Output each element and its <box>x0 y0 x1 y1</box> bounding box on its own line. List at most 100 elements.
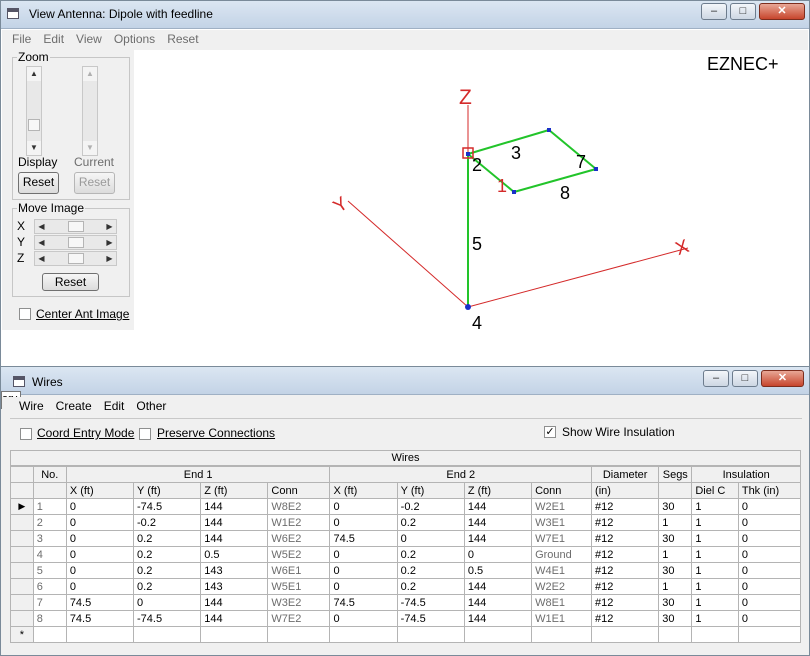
empty-cell[interactable] <box>329 626 398 643</box>
table-cell[interactable]: #12 <box>591 610 660 627</box>
menu-create[interactable]: Create <box>50 397 98 415</box>
empty-cell[interactable] <box>737 626 802 643</box>
table-row[interactable]: 4 0 0.2 0.5 W5E2 0 0.2 0 Ground #12 1 1 0 <box>10 546 802 563</box>
table-cell[interactable]: 0 <box>65 514 135 531</box>
table-cell[interactable]: 30 <box>658 530 693 547</box>
current-row-arrow-icon[interactable]: ▶ <box>10 498 34 515</box>
move-z-thumb[interactable] <box>68 253 84 264</box>
row-selector[interactable] <box>10 562 34 579</box>
menu-edit[interactable]: Edit <box>37 30 70 48</box>
table-cell[interactable]: 3 <box>32 530 67 547</box>
empty-cell[interactable] <box>65 626 135 643</box>
table-row[interactable]: 7 74.5 0 144 W3E2 74.5 -74.5 144 W8E1 #12 30 1 0 <box>10 594 802 611</box>
scroll-right-arrow-icon[interactable]: ▶ <box>103 252 116 265</box>
table-cell[interactable]: W2E1 <box>531 498 593 515</box>
table-cell[interactable]: 0.2 <box>133 546 202 563</box>
table-cell[interactable]: -0.2 <box>133 514 202 531</box>
table-cell[interactable]: 8 <box>32 610 67 627</box>
move-x-thumb[interactable] <box>68 221 84 232</box>
display-zoom-scrollbar[interactable]: ▲ ▼ <box>26 66 42 156</box>
table-row[interactable]: 8 74.5 -74.5 144 W7E2 0 -74.5 144 W1E1 #12 30 1 0 <box>10 610 802 627</box>
close-button[interactable]: ✕ <box>759 3 805 20</box>
center-ant-image-checkbox[interactable] <box>19 308 31 320</box>
row-selector[interactable] <box>10 530 34 547</box>
table-cell[interactable]: 144 <box>200 498 269 515</box>
table-cell[interactable]: 0 <box>329 578 398 595</box>
table-cell[interactable]: 0 <box>737 546 802 563</box>
table-cell[interactable]: #12 <box>591 546 660 563</box>
table-cell[interactable]: 0.5 <box>463 562 533 579</box>
table-cell[interactable]: 0 <box>329 610 398 627</box>
table-cell[interactable]: 0 <box>65 578 135 595</box>
table-cell[interactable]: 0.2 <box>133 562 202 579</box>
empty-cell[interactable] <box>463 626 533 643</box>
table-cell[interactable]: -74.5 <box>396 610 465 627</box>
table-cell[interactable]: W5E2 <box>267 546 331 563</box>
table-cell[interactable]: 144 <box>200 514 269 531</box>
table-cell[interactable]: 0 <box>463 546 533 563</box>
table-cell[interactable]: 0.5 <box>200 546 269 563</box>
scroll-right-arrow-icon[interactable]: ▶ <box>103 236 116 249</box>
table-cell[interactable]: #12 <box>591 562 660 579</box>
table-cell[interactable]: 1 <box>691 498 739 515</box>
table-cell[interactable]: W3E1 <box>531 514 593 531</box>
table-cell[interactable]: 0 <box>737 610 802 627</box>
table-cell[interactable]: 144 <box>463 594 533 611</box>
table-cell[interactable]: #12 <box>591 514 660 531</box>
table-row[interactable]: ▶ 1 0 -74.5 144 W8E2 0 -0.2 144 W2E1 #12 30 1 0 <box>10 498 802 515</box>
table-cell[interactable]: 0 <box>65 530 135 547</box>
table-cell[interactable]: -74.5 <box>133 610 202 627</box>
move-x-scrollbar[interactable]: ◀ ▶ <box>34 219 117 234</box>
table-cell[interactable]: -0.2 <box>396 498 465 515</box>
table-cell[interactable]: 1 <box>658 546 693 563</box>
table-cell[interactable]: 30 <box>658 562 693 579</box>
coord-entry-label[interactable]: Coord Entry Mode <box>37 426 134 440</box>
table-cell[interactable]: W5E1 <box>267 578 331 595</box>
table-cell[interactable]: 1 <box>658 514 693 531</box>
empty-cell[interactable] <box>200 626 269 643</box>
table-cell[interactable]: 0 <box>65 546 135 563</box>
table-cell[interactable]: 0 <box>396 530 465 547</box>
table-cell[interactable]: 0 <box>65 562 135 579</box>
table-row[interactable]: 3 0 0.2 144 W6E2 74.5 0 144 W7E1 #12 30 1 0 <box>10 530 802 547</box>
table-cell[interactable]: #12 <box>591 498 660 515</box>
scroll-left-arrow-icon[interactable]: ◀ <box>35 236 48 249</box>
menu-view[interactable]: View <box>70 30 108 48</box>
table-cell[interactable]: W6E1 <box>267 562 331 579</box>
table-cell[interactable]: #12 <box>591 578 660 595</box>
table-cell[interactable]: 143 <box>200 562 269 579</box>
empty-cell[interactable] <box>691 626 739 643</box>
center-ant-image-label[interactable]: Center Ant Image <box>36 307 129 321</box>
table-cell[interactable]: 74.5 <box>329 530 398 547</box>
row-selector[interactable] <box>10 546 34 563</box>
scroll-down-arrow-icon[interactable]: ▼ <box>27 141 41 155</box>
menu-file[interactable]: File <box>2 30 37 48</box>
table-cell[interactable]: W6E2 <box>267 530 331 547</box>
table-cell[interactable]: 1 <box>691 578 739 595</box>
maximize-button[interactable]: □ <box>730 3 756 20</box>
scroll-right-arrow-icon[interactable]: ▶ <box>103 220 116 233</box>
table-cell[interactable]: 0 <box>65 498 135 515</box>
table-cell[interactable]: 143 <box>200 578 269 595</box>
table-cell[interactable]: 0.2 <box>133 578 202 595</box>
table-cell[interactable]: #12 <box>591 594 660 611</box>
maximize-button[interactable]: □ <box>732 370 758 387</box>
table-cell[interactable]: 144 <box>200 610 269 627</box>
table-cell[interactable]: 0 <box>329 562 398 579</box>
menu-reset[interactable]: Reset <box>161 30 204 48</box>
empty-cell[interactable] <box>396 626 465 643</box>
table-cell[interactable]: 0 <box>329 546 398 563</box>
new-row[interactable]: * <box>10 626 802 643</box>
reset-display-button[interactable]: Reset <box>18 172 59 194</box>
menu-other[interactable]: Other <box>130 397 172 415</box>
table-cell[interactable]: W1E1 <box>531 610 593 627</box>
table-cell[interactable]: 5 <box>32 562 67 579</box>
table-cell[interactable]: 74.5 <box>329 594 398 611</box>
table-cell[interactable]: 144 <box>463 514 533 531</box>
table-cell[interactable]: 0 <box>737 514 802 531</box>
table-cell[interactable]: 30 <box>658 610 693 627</box>
menu-options[interactable]: Options <box>108 30 161 48</box>
wire-8[interactable] <box>513 168 597 193</box>
table-cell[interactable]: W8E2 <box>267 498 331 515</box>
move-y-thumb[interactable] <box>68 237 84 248</box>
